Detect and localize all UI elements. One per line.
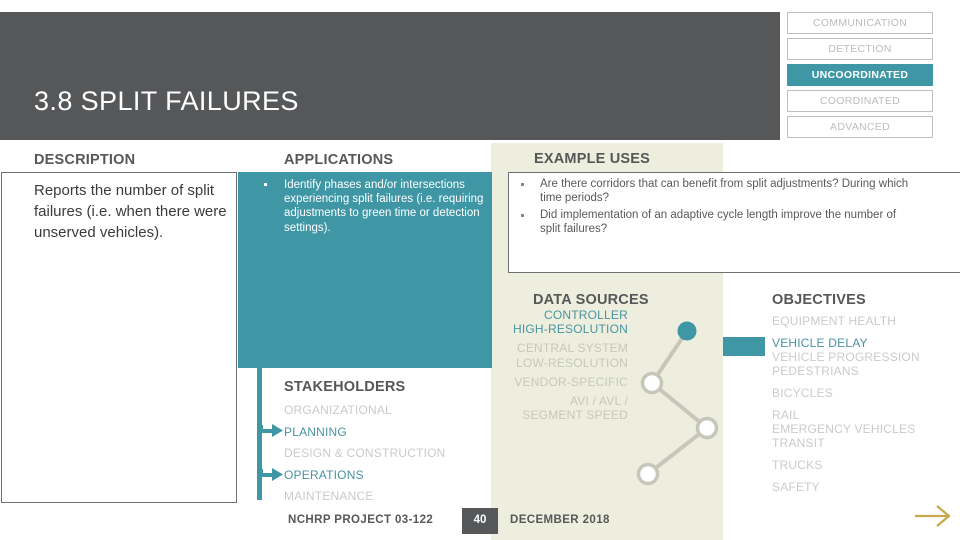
description-heading: DESCRIPTION	[34, 152, 136, 168]
stakeholder-item-design-construction[interactable]: DESIGN & CONSTRUCTION	[284, 443, 494, 465]
example-uses-item-text: Did implementation of an adaptive cycle …	[540, 209, 897, 235]
next-slide-arrow-icon[interactable]	[912, 500, 954, 532]
objectives-heading: OBJECTIVES	[772, 292, 866, 308]
list-item: Are there corridors that can benefit fro…	[514, 178, 914, 205]
objective-item-rail[interactable]: RAIL	[772, 408, 957, 422]
stakeholder-arrow-planning-icon	[258, 424, 283, 437]
tag-advanced[interactable]: ADVANCED	[787, 116, 933, 138]
stakeholder-arrow-operations-icon	[258, 468, 283, 481]
tag-detection[interactable]: DETECTION	[787, 38, 933, 60]
objective-item-vehicle-delay[interactable]: VEHICLE DELAY	[772, 336, 957, 350]
objective-item-safety[interactable]: SAFETY	[772, 480, 957, 494]
stakeholders-list: ORGANIZATIONAL PLANNING DESIGN & CONSTRU…	[284, 400, 494, 508]
data-sources-heading: DATA SOURCES	[533, 292, 649, 308]
page-title: 3.8 SPLIT FAILURES	[34, 86, 299, 116]
data-source-item-controller-high-resolution[interactable]: CONTROLLER HIGH-RESOLUTION	[508, 308, 628, 336]
objective-item-emergency-vehicles[interactable]: EMERGENCY VEHICLES	[772, 422, 957, 436]
example-uses-item-text: Are there corridors that can benefit fro…	[540, 178, 909, 204]
applications-heading: APPLICATIONS	[284, 152, 394, 168]
description-text: Reports the number of split failures (i.…	[34, 182, 227, 241]
header-band	[0, 12, 780, 140]
list-item: Identify phases and/or intersections exp…	[260, 178, 486, 235]
objective-item-bicycles[interactable]: BICYCLES	[772, 386, 957, 400]
node-central-system-low-resolution	[640, 371, 664, 395]
stakeholder-item-operations[interactable]: OPERATIONS	[284, 465, 494, 487]
data-source-item-avi-avl-segment-speed[interactable]: AVI / AVL / SEGMENT SPEED	[508, 394, 628, 422]
stakeholder-item-planning[interactable]: PLANNING	[284, 422, 494, 444]
footer-project-label: NCHRP PROJECT 03-122	[288, 514, 434, 526]
objective-item-trucks[interactable]: TRUCKS	[772, 458, 957, 472]
data-source-item-central-system-low-resolution[interactable]: CENTRAL SYSTEM LOW-RESOLUTION	[508, 341, 628, 369]
stakeholder-item-organizational[interactable]: ORGANIZATIONAL	[284, 400, 494, 422]
data-sources-node-graph	[636, 321, 719, 486]
data-sources-list: CONTROLLER HIGH-RESOLUTION CENTRAL SYSTE…	[508, 308, 628, 427]
example-uses-heading: EXAMPLE USES	[534, 151, 651, 167]
node-controller-high-resolution	[677, 321, 697, 341]
tag-coordinated[interactable]: COORDINATED	[787, 90, 933, 112]
list-item: Did implementation of an adaptive cycle …	[514, 209, 914, 236]
objectives-list: EQUIPMENT HEALTH VEHICLE DELAY VEHICLE P…	[772, 314, 957, 502]
stakeholder-item-maintenance[interactable]: MAINTENANCE	[284, 486, 494, 508]
objective-item-pedestrians[interactable]: PEDESTRIANS	[772, 364, 957, 378]
objective-item-transit[interactable]: TRANSIT	[772, 436, 957, 450]
applications-list: Identify phases and/or intersections exp…	[260, 178, 486, 241]
bullet-icon	[264, 183, 267, 186]
category-tag-list: COMMUNICATION DETECTION UNCOORDINATED CO…	[787, 12, 933, 142]
applications-item-text: Identify phases and/or intersections exp…	[284, 179, 484, 234]
objective-item-equipment-health[interactable]: EQUIPMENT HEALTH	[772, 314, 957, 328]
bullet-icon	[521, 183, 524, 186]
slide-canvas: 3.8 SPLIT FAILURES COMMUNICATION DETECTI…	[0, 0, 960, 540]
bullet-icon	[521, 214, 524, 218]
objective-item-vehicle-progression[interactable]: VEHICLE PROGRESSION	[772, 350, 957, 364]
footer-date-label: DECEMBER 2018	[510, 514, 610, 526]
tag-communication[interactable]: COMMUNICATION	[787, 12, 933, 34]
node-avi-avl-segment-speed	[636, 462, 660, 486]
node-vendor-specific	[695, 416, 719, 440]
stakeholders-heading: STAKEHOLDERS	[284, 379, 406, 395]
data-source-item-vendor-specific[interactable]: VENDOR-SPECIFIC	[508, 375, 628, 389]
footer-page-number: 40	[473, 514, 487, 526]
example-uses-list: Are there corridors that can benefit fro…	[514, 178, 914, 240]
objective-active-marker	[723, 337, 765, 356]
tag-uncoordinated[interactable]: UNCOORDINATED	[787, 64, 933, 86]
